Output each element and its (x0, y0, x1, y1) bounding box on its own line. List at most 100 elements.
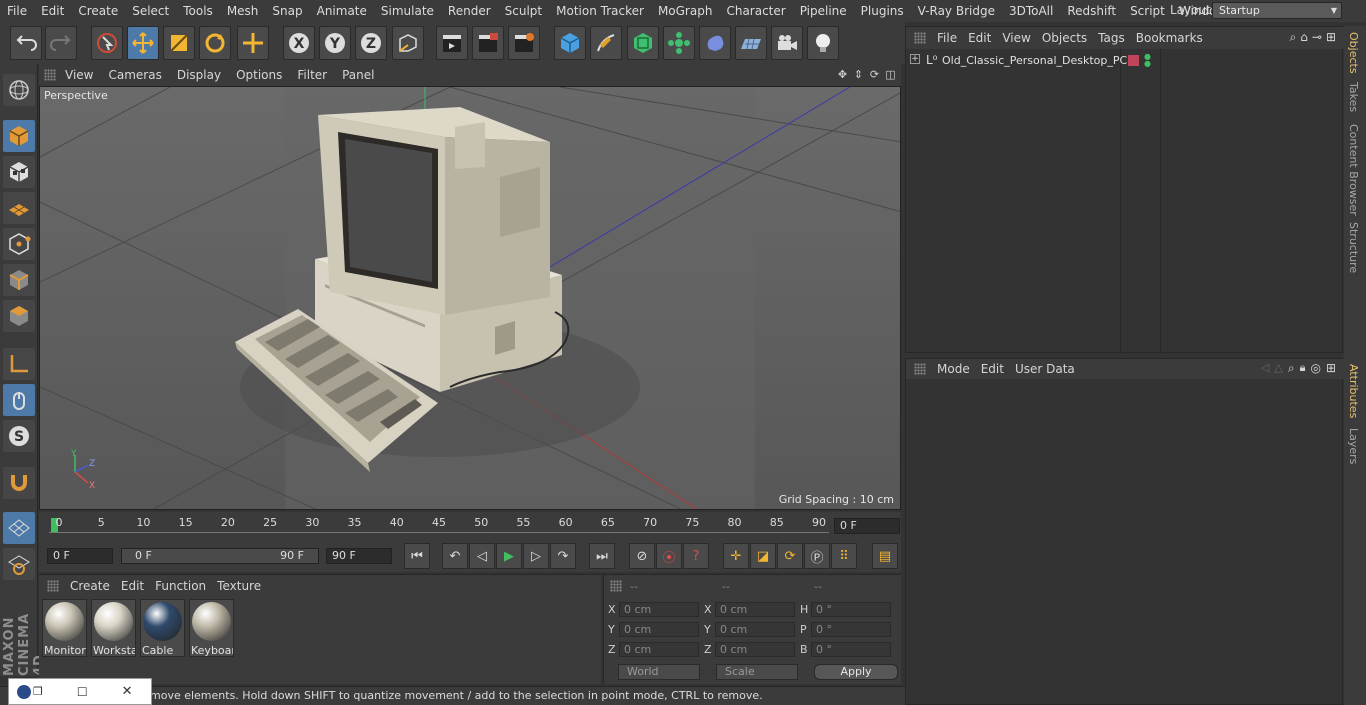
menu-plugins[interactable]: Plugins (854, 4, 911, 18)
object-name[interactable]: Old_Classic_Personal_Desktop_PC (942, 54, 1127, 67)
light-button[interactable] (807, 26, 839, 60)
menu-script[interactable]: Script (1123, 4, 1172, 18)
polygons-mode-button[interactable] (3, 300, 35, 332)
live-selection-button[interactable] (91, 26, 123, 60)
menu-simulate[interactable]: Simulate (374, 4, 441, 18)
object-menu-objects[interactable]: Objects (1042, 31, 1087, 45)
snapping-button[interactable] (3, 467, 35, 499)
menu-create[interactable]: Create (71, 4, 125, 18)
viewport-menu-view[interactable]: View (65, 68, 102, 82)
next-key-button[interactable]: ↷ (550, 543, 576, 569)
solo-button[interactable]: S (3, 420, 35, 452)
layout-select[interactable]: Startup (1212, 2, 1342, 19)
keyframe-selection-button[interactable]: ? (683, 543, 709, 569)
lock-icon[interactable]: 🔒︎ (1300, 361, 1306, 376)
menu-file[interactable]: File (0, 4, 34, 18)
visibility-dots-icon[interactable]: ● ● (1144, 53, 1151, 68)
maximize-icon[interactable]: ☐ (77, 685, 88, 699)
apply-button[interactable]: Apply (814, 664, 898, 680)
render-view-button[interactable] (436, 26, 468, 60)
current-frame-field[interactable]: 0 F (834, 518, 900, 534)
axis-mode-button[interactable] (3, 348, 35, 380)
tab-attributes[interactable]: Attributes (1347, 364, 1360, 418)
next-frame-button[interactable]: ▷ (523, 543, 549, 569)
close-icon[interactable]: ✕ (122, 684, 133, 699)
menu-mesh[interactable]: Mesh (220, 4, 266, 18)
dolly-view-icon[interactable]: ⇕ (852, 68, 865, 81)
menu-animate[interactable]: Animate (310, 4, 374, 18)
coordinate-system-button[interactable] (392, 26, 424, 60)
target-icon[interactable]: ◎ (1310, 361, 1320, 376)
frame-ruler[interactable]: 0 5 10 15 20 25 30 35 40 45 50 55 60 65 70 75 80 85 90 (49, 514, 829, 536)
menu-v-ray-bridge[interactable]: V-Ray Bridge (911, 4, 1002, 18)
menu-redshift[interactable]: Redshift (1060, 4, 1123, 18)
viewport-menu-panel[interactable]: Panel (342, 68, 383, 82)
render-settings-button[interactable] (508, 26, 540, 60)
menu-render[interactable]: Render (441, 4, 498, 18)
viewport-menu-cameras[interactable]: Cameras (108, 68, 170, 82)
cloner-button[interactable] (663, 26, 695, 60)
key-parameter-button[interactable]: Ⓟ (804, 543, 830, 569)
autokey-button[interactable]: ⦿ (656, 543, 682, 569)
object-grip[interactable] (914, 32, 926, 44)
make-editable-button[interactable] (3, 74, 35, 106)
key-scale-button[interactable]: ◪ (750, 543, 776, 569)
material-swatch[interactable]: Worksta (91, 599, 136, 657)
material-swatch[interactable]: Monitor (42, 599, 87, 657)
material-swatch[interactable]: Cable (140, 599, 185, 657)
x-axis-lock-button[interactable]: X (283, 26, 315, 60)
coord-value-field[interactable]: 0 ° (811, 622, 891, 637)
workplane-lock-button[interactable] (3, 512, 35, 544)
go-to-start-button[interactable]: ⏮ (404, 543, 430, 569)
new-panel-icon[interactable]: ⊞ (1326, 30, 1336, 45)
pen-spline-button[interactable] (590, 26, 622, 60)
attribute-menu-user-data[interactable]: User Data (1015, 362, 1075, 376)
scale-tool-button[interactable] (163, 26, 195, 60)
edges-mode-button[interactable] (3, 264, 35, 296)
object-row[interactable]: + L⁰ Old_Classic_Personal_Desktop_PC ● ● (910, 53, 1340, 69)
rotate-tool-button[interactable] (199, 26, 231, 60)
y-axis-lock-button[interactable]: Y (319, 26, 351, 60)
menu-3dtoall[interactable]: 3DToAll (1002, 4, 1060, 18)
move-tool-button[interactable] (127, 26, 159, 60)
end-frame-field[interactable]: 90 F (326, 548, 392, 564)
coord-value-field[interactable]: 0 ° (811, 602, 891, 617)
play-button[interactable]: ▶ (496, 543, 522, 569)
previous-frame-button[interactable]: ◁ (469, 543, 495, 569)
transform-tool-button[interactable] (237, 26, 269, 60)
size-mode-dropdown[interactable]: Scale (716, 664, 798, 680)
material-menu-edit[interactable]: Edit (121, 579, 144, 593)
menu-mograph[interactable]: MoGraph (651, 4, 720, 18)
tab-layers[interactable]: Layers (1347, 428, 1360, 464)
points-mode-button[interactable] (3, 228, 35, 260)
coord-value-field[interactable]: 0 cm (619, 642, 699, 657)
tweak-mode-button[interactable] (3, 384, 35, 416)
key-position-button[interactable]: ✛ (723, 543, 749, 569)
attribute-menu-edit[interactable]: Edit (981, 362, 1004, 376)
model-mode-button[interactable] (3, 120, 35, 152)
timeline-window-button[interactable]: ▤ (872, 543, 898, 569)
viewport-menu-display[interactable]: Display (177, 68, 230, 82)
material-menu-create[interactable]: Create (70, 579, 110, 593)
expand-icon[interactable]: + (910, 54, 920, 64)
tab-objects[interactable]: Objects (1347, 32, 1360, 74)
restore-icon[interactable]: ❐ (33, 685, 43, 698)
undo-button[interactable] (10, 26, 42, 60)
coord-value-field[interactable]: 0 ° (811, 642, 891, 657)
back-arrow-icon[interactable]: ◁ (1261, 361, 1269, 376)
menu-character[interactable]: Character (719, 4, 792, 18)
search-icon[interactable]: ⌕ (1288, 361, 1295, 376)
deformer-button[interactable] (699, 26, 731, 60)
viewport-grip[interactable] (39, 69, 59, 81)
object-menu-edit[interactable]: Edit (968, 31, 991, 45)
link-icon[interactable]: ⊸ (1312, 30, 1322, 45)
key-pla-button[interactable]: ⠿ (831, 543, 857, 569)
render-to-picture-viewer-button[interactable] (472, 26, 504, 60)
floor-button[interactable] (735, 26, 767, 60)
redo-button[interactable] (45, 26, 77, 60)
z-axis-lock-button[interactable]: Z (355, 26, 387, 60)
attribute-menu-mode[interactable]: Mode (937, 362, 970, 376)
viewport-menu-filter[interactable]: Filter (297, 68, 336, 82)
tab-content-browser[interactable]: Content Browser (1347, 124, 1360, 216)
timeline-ruler[interactable]: 0 5 10 15 20 25 30 35 40 45 50 55 60 65 70 75 80 85 90 0 F (39, 512, 901, 540)
